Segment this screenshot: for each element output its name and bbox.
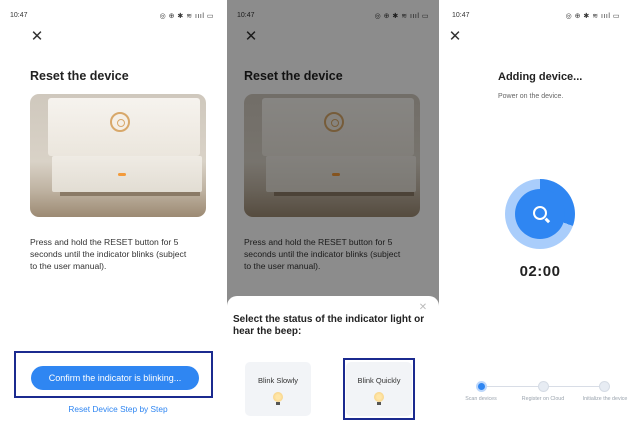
device-foot — [60, 192, 200, 196]
bulb-icon — [273, 392, 283, 405]
page-title: Reset the device — [30, 69, 129, 83]
step-register-dot — [538, 381, 549, 392]
screen-reset-device-sheet: 10:47 ◎ ⊕ ✱ ≋ ıııl ▭ ✕ Reset the device … — [227, 0, 439, 443]
blink-slowly-label: Blink Slowly — [257, 376, 298, 385]
close-icon[interactable]: ✕ — [417, 302, 429, 314]
step-register-label: Register on Cloud — [521, 396, 565, 402]
close-icon[interactable]: ✕ — [448, 29, 462, 44]
bulb-icon — [374, 392, 384, 405]
blink-quickly-option[interactable]: Blink Quickly — [346, 362, 412, 416]
indicator-led — [118, 173, 126, 176]
step-initialize-dot — [599, 381, 610, 392]
close-icon[interactable]: ✕ — [30, 29, 44, 44]
spinner-core — [515, 189, 565, 239]
step-initialize-label: Initialize the device — [582, 396, 628, 402]
step-scan-dot — [476, 381, 487, 392]
status-bar: 10:47 ◎ ⊕ ✱ ≋ ıııl ▭ — [0, 12, 224, 24]
page-subtitle: Power on the device. — [498, 93, 564, 100]
reset-step-by-step-link[interactable]: Reset Device Step by Step — [30, 404, 206, 414]
scanning-spinner — [505, 179, 575, 249]
reset-instructions: Press and hold the RESET button for 5 se… — [30, 237, 187, 271]
blink-quickly-label: Blink Quickly — [357, 376, 401, 385]
screen-adding-device: 10:47 ◎ ⊕ ✱ ≋ ıııl ▭ ✕ Adding device... … — [442, 0, 630, 443]
indicator-status-sheet: ✕ Select the status of the indicator lig… — [227, 296, 439, 443]
blink-slowly-option[interactable]: Blink Slowly — [245, 362, 311, 416]
countdown-timer: 02:00 — [519, 263, 561, 280]
reset-button-image — [110, 112, 130, 132]
device-drawer — [52, 156, 202, 192]
device-photo — [30, 94, 206, 217]
sheet-title: Select the status of the indicator light… — [233, 314, 425, 337]
status-time: 10:47 — [452, 12, 470, 19]
status-bar: 10:47 ◎ ⊕ ✱ ≋ ıııl ▭ — [442, 12, 630, 24]
search-icon — [533, 206, 547, 220]
page-title: Adding device... — [498, 71, 583, 83]
status-time: 10:47 — [10, 12, 28, 19]
confirm-blinking-button[interactable]: Confirm the indicator is blinking... — [31, 366, 199, 390]
screen-reset-device: 10:47 ◎ ⊕ ✱ ≋ ıııl ▭ ✕ Reset the device … — [0, 0, 224, 443]
step-scan-label: Scan devices — [465, 396, 497, 402]
status-icons: ◎ ⊕ ✱ ≋ ıııl ▭ — [159, 13, 214, 20]
status-icons: ◎ ⊕ ✱ ≋ ıııl ▭ — [565, 13, 620, 20]
